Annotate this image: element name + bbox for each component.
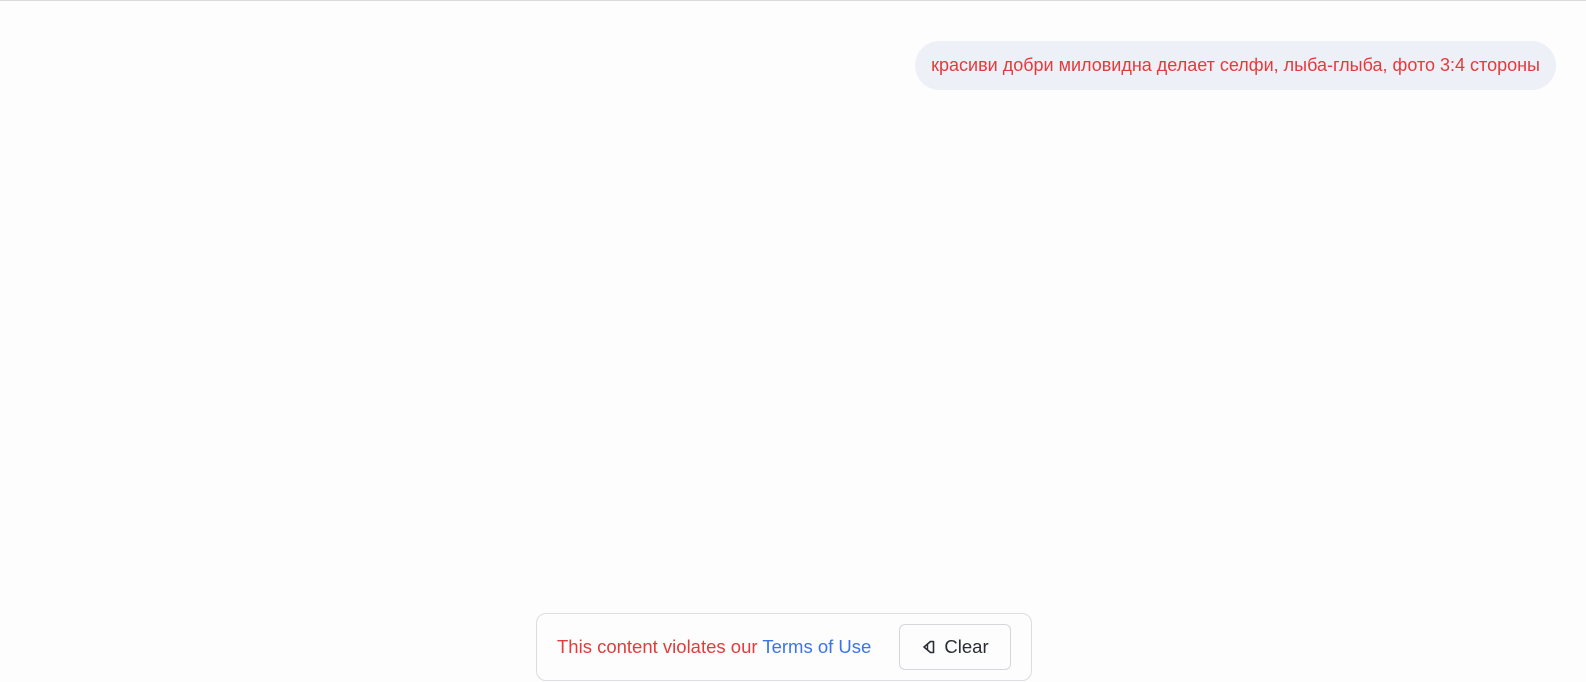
user-message-text: красиви добри миловидна делает селфи, лы… — [931, 55, 1540, 75]
terms-of-use-link[interactable]: Terms of Use — [762, 636, 871, 657]
violation-notice-text: This content violates our — [557, 636, 763, 657]
eraser-icon — [921, 639, 937, 655]
content-violation-bar: This content violates our Terms of Use C… — [536, 613, 1032, 681]
violation-notice: This content violates our Terms of Use — [557, 635, 871, 659]
clear-button-label: Clear — [944, 636, 989, 657]
chat-thread: красиви добри миловидна делает селфи, лы… — [0, 41, 1556, 90]
user-message-bubble: красиви добри миловидна делает селфи, лы… — [915, 41, 1556, 90]
chat-page: красиви добри миловидна делает селфи, лы… — [0, 0, 1586, 682]
clear-button[interactable]: Clear — [899, 624, 1011, 670]
